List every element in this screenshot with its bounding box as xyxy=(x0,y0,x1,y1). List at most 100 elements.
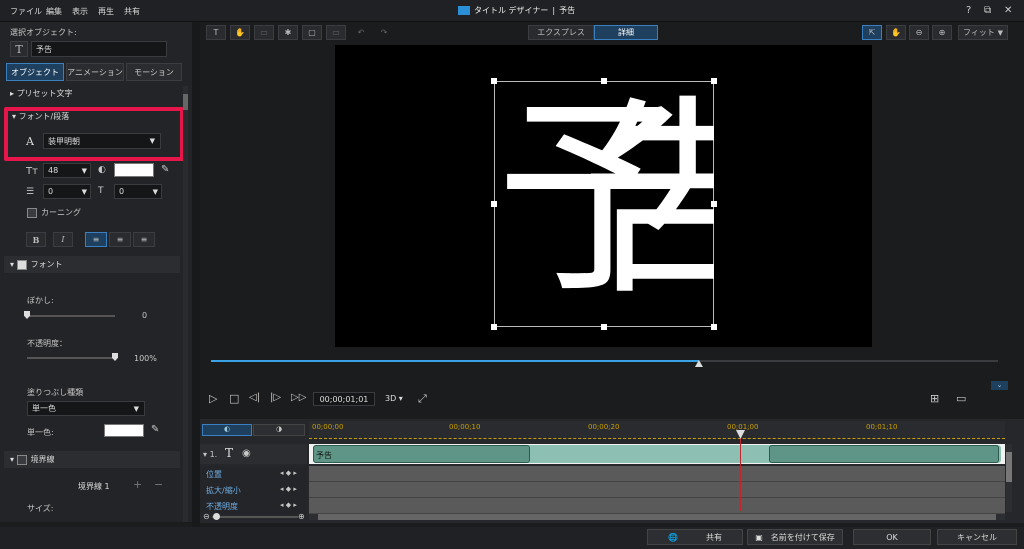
timeline-ruler[interactable] xyxy=(309,421,1005,439)
align-center-icon[interactable]: ≡ xyxy=(109,232,131,247)
tab-object[interactable]: オブジェクト xyxy=(6,63,64,81)
preset-text-section[interactable]: ▸ プリセット文字 xyxy=(10,88,73,99)
save-icon: ▣ xyxy=(755,532,763,542)
hand-tool-icon[interactable]: ✋ xyxy=(886,25,906,40)
visibility-eye-icon[interactable]: ◉ xyxy=(242,448,251,459)
position-track[interactable] xyxy=(309,466,1005,482)
border-section-header[interactable]: ▾ 境界線 xyxy=(4,451,180,468)
align-left-icon[interactable]: ≡ xyxy=(85,232,107,247)
zoom-fit-select[interactable]: フィット ▼ xyxy=(958,25,1008,40)
keyframe-nav-icon[interactable]: ◂ ◆ ▸ xyxy=(280,501,297,509)
blur-slider[interactable] xyxy=(27,315,115,317)
checkbox-checked-icon[interactable] xyxy=(16,259,27,270)
3d-mode-select[interactable]: 3D ▾ xyxy=(385,394,403,403)
keyframe-in-segment[interactable] xyxy=(313,445,530,463)
insert-text-icon[interactable]: T xyxy=(206,25,226,40)
blur-label: ぼかし: xyxy=(27,296,54,305)
tab-motion[interactable]: モーション xyxy=(126,63,182,81)
timeline-vscroll-thumb[interactable] xyxy=(1006,452,1012,482)
left-scrollbar-thumb[interactable] xyxy=(183,94,188,110)
property-opacity[interactable]: 不透明度 xyxy=(206,501,238,512)
zoom-out-icon[interactable]: ⊖ xyxy=(909,25,929,40)
italic-button[interactable]: I xyxy=(53,232,73,247)
insert-effect-icon[interactable]: ✱ xyxy=(278,25,298,40)
dropdown-arrow-icon: ▼ xyxy=(81,167,87,175)
scale-track[interactable] xyxy=(309,482,1005,498)
font-color-swatch[interactable] xyxy=(114,163,154,177)
checkbox-icon[interactable] xyxy=(16,454,27,465)
bold-button[interactable]: B xyxy=(26,232,46,247)
stop-icon[interactable]: □ xyxy=(229,392,239,405)
tab-animation[interactable]: アニメーション xyxy=(66,63,124,81)
close-icon[interactable]: ✕ xyxy=(1004,5,1012,16)
keyframe-nav-icon[interactable]: ◂ ◆ ▸ xyxy=(280,485,297,493)
insert-shape-icon[interactable]: ▢ xyxy=(302,25,322,40)
align-right-icon[interactable]: ≡ xyxy=(133,232,155,247)
zoom-plus-icon[interactable]: ⊕ xyxy=(298,512,305,521)
next-frame-icon[interactable]: |▷ xyxy=(270,392,281,403)
title-text[interactable]: 予告 xyxy=(496,81,714,325)
previous-frame-icon[interactable]: ◁| xyxy=(249,392,260,403)
selected-object-field[interactable]: 予告 xyxy=(31,41,167,57)
detail-tab[interactable]: 詳細 xyxy=(594,25,658,40)
ok-button[interactable]: OK xyxy=(853,529,931,545)
undo-icon[interactable]: ↶ xyxy=(352,25,370,40)
font-paragraph-section[interactable]: ▾ フォント/段落 xyxy=(12,111,69,122)
timeline-zoom-knob[interactable] xyxy=(213,513,220,520)
timeline-zoom-fit-icon[interactable]: ◐ xyxy=(202,424,252,436)
dropdown-arrow-icon: ▼ xyxy=(149,137,155,145)
keyframe-nav-icon[interactable]: ◂ ◆ ▸ xyxy=(280,469,297,477)
eyedropper-icon[interactable]: ✎ xyxy=(161,164,169,175)
save-as-button[interactable]: ▣ 名前を付けて保存 xyxy=(747,529,843,545)
menu-view[interactable]: 表示 xyxy=(72,6,88,17)
redo-icon[interactable]: ↷ xyxy=(375,25,393,40)
line-spacing-value: 0 xyxy=(48,187,54,196)
select-tool-icon[interactable]: ⇱ xyxy=(862,25,882,40)
timeline-hscroll-thumb[interactable] xyxy=(318,514,996,520)
opacity-slider[interactable] xyxy=(27,357,115,359)
opacity-track[interactable] xyxy=(309,498,1005,514)
menu-file[interactable]: ファイル xyxy=(10,6,42,17)
timeline-zoom-slider[interactable] xyxy=(212,516,298,518)
line-spacing-select[interactable]: 0 ▼ xyxy=(43,184,91,199)
eyedropper-icon[interactable]: ✎ xyxy=(151,424,159,435)
property-position[interactable]: 位置 xyxy=(206,469,222,480)
ruler-tick-0: 00;00;00 xyxy=(312,423,344,431)
fullscreen-icon[interactable]: ⤢ xyxy=(418,392,427,406)
cancel-button[interactable]: キャンセル xyxy=(937,529,1017,545)
keyframe-out-segment[interactable] xyxy=(769,445,999,463)
menu-play[interactable]: 再生 xyxy=(98,6,114,17)
help-icon[interactable]: ? xyxy=(966,5,971,16)
panel-splitter[interactable] xyxy=(192,22,200,527)
collapse-chevron-icon[interactable]: ⌄ xyxy=(991,381,1008,390)
track-index: ▾ 1. xyxy=(203,450,218,459)
property-scale[interactable]: 拡大/縮小 xyxy=(206,485,241,496)
kerning-checkbox[interactable]: カーニング xyxy=(27,207,81,218)
zoom-minus-icon[interactable]: ⊖ xyxy=(203,512,210,521)
play-icon[interactable]: ▷ xyxy=(209,392,217,405)
fill-type-select[interactable]: 単一色 ▼ xyxy=(27,401,145,416)
add-border-icon[interactable]: + xyxy=(133,478,142,491)
insert-image-icon[interactable]: ▭ xyxy=(254,25,274,40)
menu-edit[interactable]: 編集 xyxy=(46,6,62,17)
restore-icon[interactable]: ⧉ xyxy=(984,5,991,16)
safe-zone-icon[interactable]: ▭ xyxy=(956,392,966,405)
font-section-header[interactable]: ▾ フォント xyxy=(4,256,180,273)
left-scrollbar[interactable] xyxy=(183,86,188,522)
express-tab[interactable]: エクスプレス xyxy=(528,25,594,40)
remove-border-icon[interactable]: − xyxy=(154,478,163,491)
insert-particle-icon[interactable]: ✋ xyxy=(230,25,250,40)
fast-forward-icon[interactable]: ▷▷ xyxy=(291,392,306,403)
insert-background-icon[interactable]: ▭ xyxy=(326,25,346,40)
char-spacing-select[interactable]: 0 ▼ xyxy=(114,184,162,199)
zoom-in-icon[interactable]: ⊕ xyxy=(932,25,952,40)
timecode-display[interactable]: 00;00;01;01 xyxy=(313,392,375,406)
font-size-select[interactable]: 48 ▼ xyxy=(43,163,91,178)
grid-icon[interactable]: ⊞ xyxy=(930,392,939,405)
timeline-zoom-icon[interactable]: ◑ xyxy=(253,424,305,436)
fill-color-swatch[interactable] xyxy=(104,424,144,437)
share-button[interactable]: 🌐 共有 xyxy=(647,529,743,545)
menu-share[interactable]: 共有 xyxy=(124,6,140,17)
font-name-select[interactable]: 装甲明朝 ▼ xyxy=(43,133,161,149)
ruler-tick-1: 00;00;10 xyxy=(449,423,481,431)
